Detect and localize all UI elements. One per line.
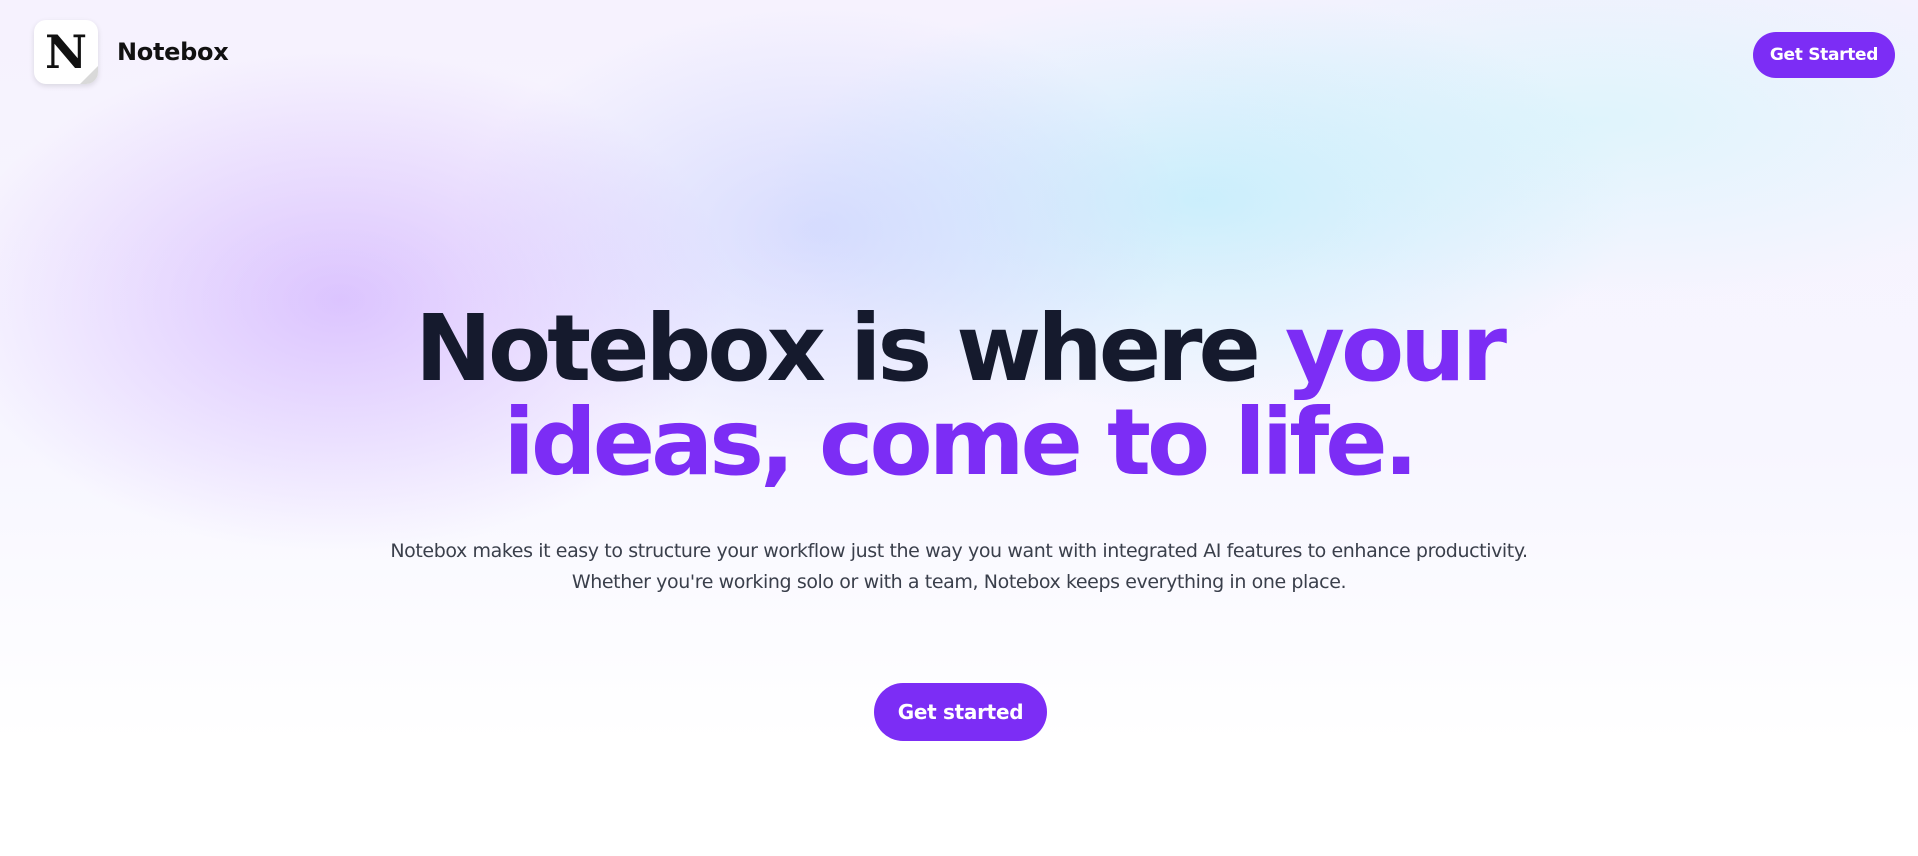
subtitle-line-2: Whether you're working solo or with a te… [571, 571, 1347, 593]
headline-line-2: ideas, come to life. [503, 389, 1418, 496]
subtitle-line-1: Notebox makes it easy to structure your … [390, 540, 1528, 562]
site-header: N Notebox Get Started [0, 0, 1918, 110]
headline-text-dark: Notebox is where [414, 295, 1285, 402]
brand-name[interactable]: Notebox [117, 38, 229, 66]
headline-text-accent: your [1284, 295, 1507, 402]
hero-headline: Notebox is where your ideas, come to lif… [0, 302, 1918, 490]
header-get-started-button[interactable]: Get Started [1753, 32, 1895, 78]
hero-get-started-button[interactable]: Get started [874, 683, 1047, 741]
landing-page: N Notebox Get Started Notebox is where y… [0, 0, 1918, 856]
hero-subtitle: Notebox makes it easy to structure your … [0, 536, 1918, 598]
notebox-logo[interactable]: N [34, 20, 98, 84]
logo-page-fold [80, 66, 98, 84]
